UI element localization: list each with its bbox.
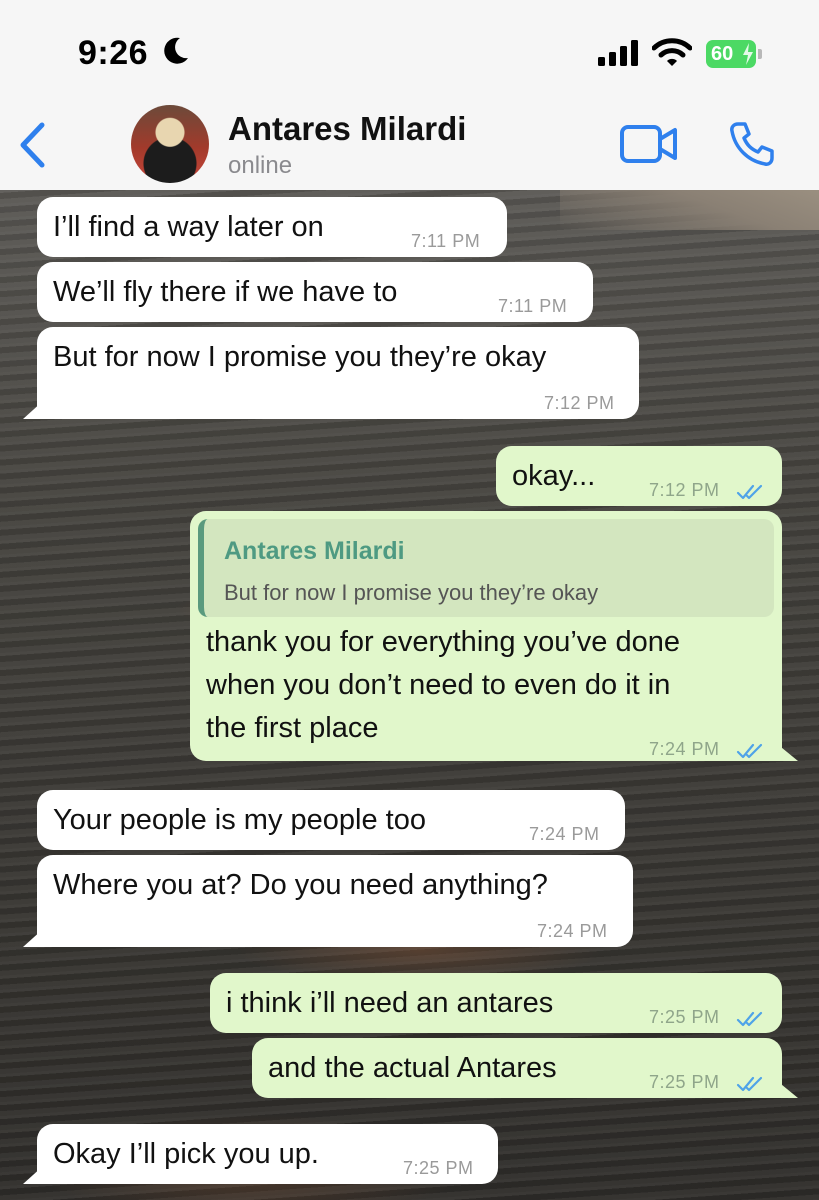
contact-status: online: [228, 152, 293, 179]
moon-icon: [162, 36, 190, 71]
message-time: 7:12 PM: [649, 480, 720, 500]
double-check-icon: [736, 733, 764, 769]
message-text: i think i’ll need an antares: [226, 987, 554, 1019]
message-text: okay...: [512, 460, 596, 492]
status-bar: 9:26 60: [0, 0, 819, 100]
bubble-tail: [23, 929, 43, 947]
bubble-tail: [23, 401, 43, 419]
message-text: We’ll fly there if we have to: [53, 276, 398, 308]
wifi-icon: [651, 38, 693, 73]
message-incoming[interactable]: Your people is my people too 7:24 PM: [37, 790, 625, 850]
message-time: 7:25 PM: [403, 1158, 474, 1178]
message-text: But for now I promise you they’re okay: [53, 341, 547, 373]
message-text: Okay I’ll pick you up.: [53, 1138, 319, 1170]
message-time: 7:25 PM: [649, 1072, 720, 1092]
message-outgoing-reply[interactable]: Antares Milardi But for now I promise yo…: [190, 511, 798, 761]
message-outgoing[interactable]: okay... 7:12 PM: [496, 446, 782, 506]
message-text: Your people is my people too: [53, 804, 426, 836]
double-check-icon: [736, 1001, 764, 1037]
message-text: Where you at? Do you need anything?: [53, 869, 548, 901]
message-text: thank you for everything you’ve done whe…: [206, 621, 680, 750]
cellular-signal-icon: [598, 40, 640, 71]
message-line: when you don’t need to even do it in: [206, 669, 671, 701]
message-line: the first place: [206, 712, 379, 744]
status-time: 9:26: [78, 34, 149, 72]
contact-name[interactable]: Antares Milardi: [228, 110, 466, 148]
double-check-icon: [736, 1066, 764, 1102]
message-outgoing[interactable]: and the actual Antares 7:25 PM: [252, 1038, 798, 1098]
double-check-icon: [736, 474, 764, 510]
message-time: 7:11 PM: [498, 296, 568, 316]
contact-avatar[interactable]: [131, 105, 209, 183]
message-outgoing[interactable]: i think i’ll need an antares 7:25 PM: [210, 973, 782, 1033]
message-text: I’ll find a way later on: [53, 211, 324, 243]
chat-wallpaper-shore: [560, 190, 819, 230]
quoted-text: But for now I promise you they’re okay: [224, 580, 599, 605]
bubble-tail: [776, 1080, 798, 1098]
charging-bolt-icon: [742, 43, 754, 73]
message-time: 7:11 PM: [411, 231, 481, 251]
battery-level: 60: [711, 43, 734, 65]
message-incoming[interactable]: Okay I’ll pick you up. 7:25 PM: [23, 1124, 498, 1184]
battery-indicator: 60: [706, 40, 756, 68]
message-incoming[interactable]: But for now I promise you they’re okay 7…: [23, 327, 639, 419]
message-time: 7:24 PM: [537, 921, 608, 941]
message-incoming[interactable]: We’ll fly there if we have to 7:11 PM: [37, 262, 593, 322]
message-incoming[interactable]: I’ll find a way later on 7:11 PM: [37, 197, 507, 257]
battery-terminal: [758, 49, 762, 59]
quoted-sender-name: Antares Milardi: [224, 537, 405, 565]
chevron-left-icon[interactable]: [18, 122, 48, 173]
bubble-tail: [776, 743, 798, 761]
message-time: 7:24 PM: [649, 739, 720, 759]
video-camera-icon[interactable]: [620, 124, 678, 169]
chat-header: Antares Milardi online: [0, 100, 819, 190]
quoted-message[interactable]: Antares Milardi But for now I promise yo…: [198, 519, 774, 617]
message-incoming[interactable]: Where you at? Do you need anything? 7:24…: [23, 855, 633, 947]
message-line: thank you for everything you’ve done: [206, 626, 680, 658]
message-time: 7:12 PM: [544, 393, 615, 413]
phone-icon[interactable]: [728, 120, 776, 173]
bubble-tail: [23, 1166, 43, 1184]
message-time: 7:25 PM: [649, 1007, 720, 1027]
message-text: and the actual Antares: [268, 1052, 557, 1084]
message-time: 7:24 PM: [529, 824, 600, 844]
